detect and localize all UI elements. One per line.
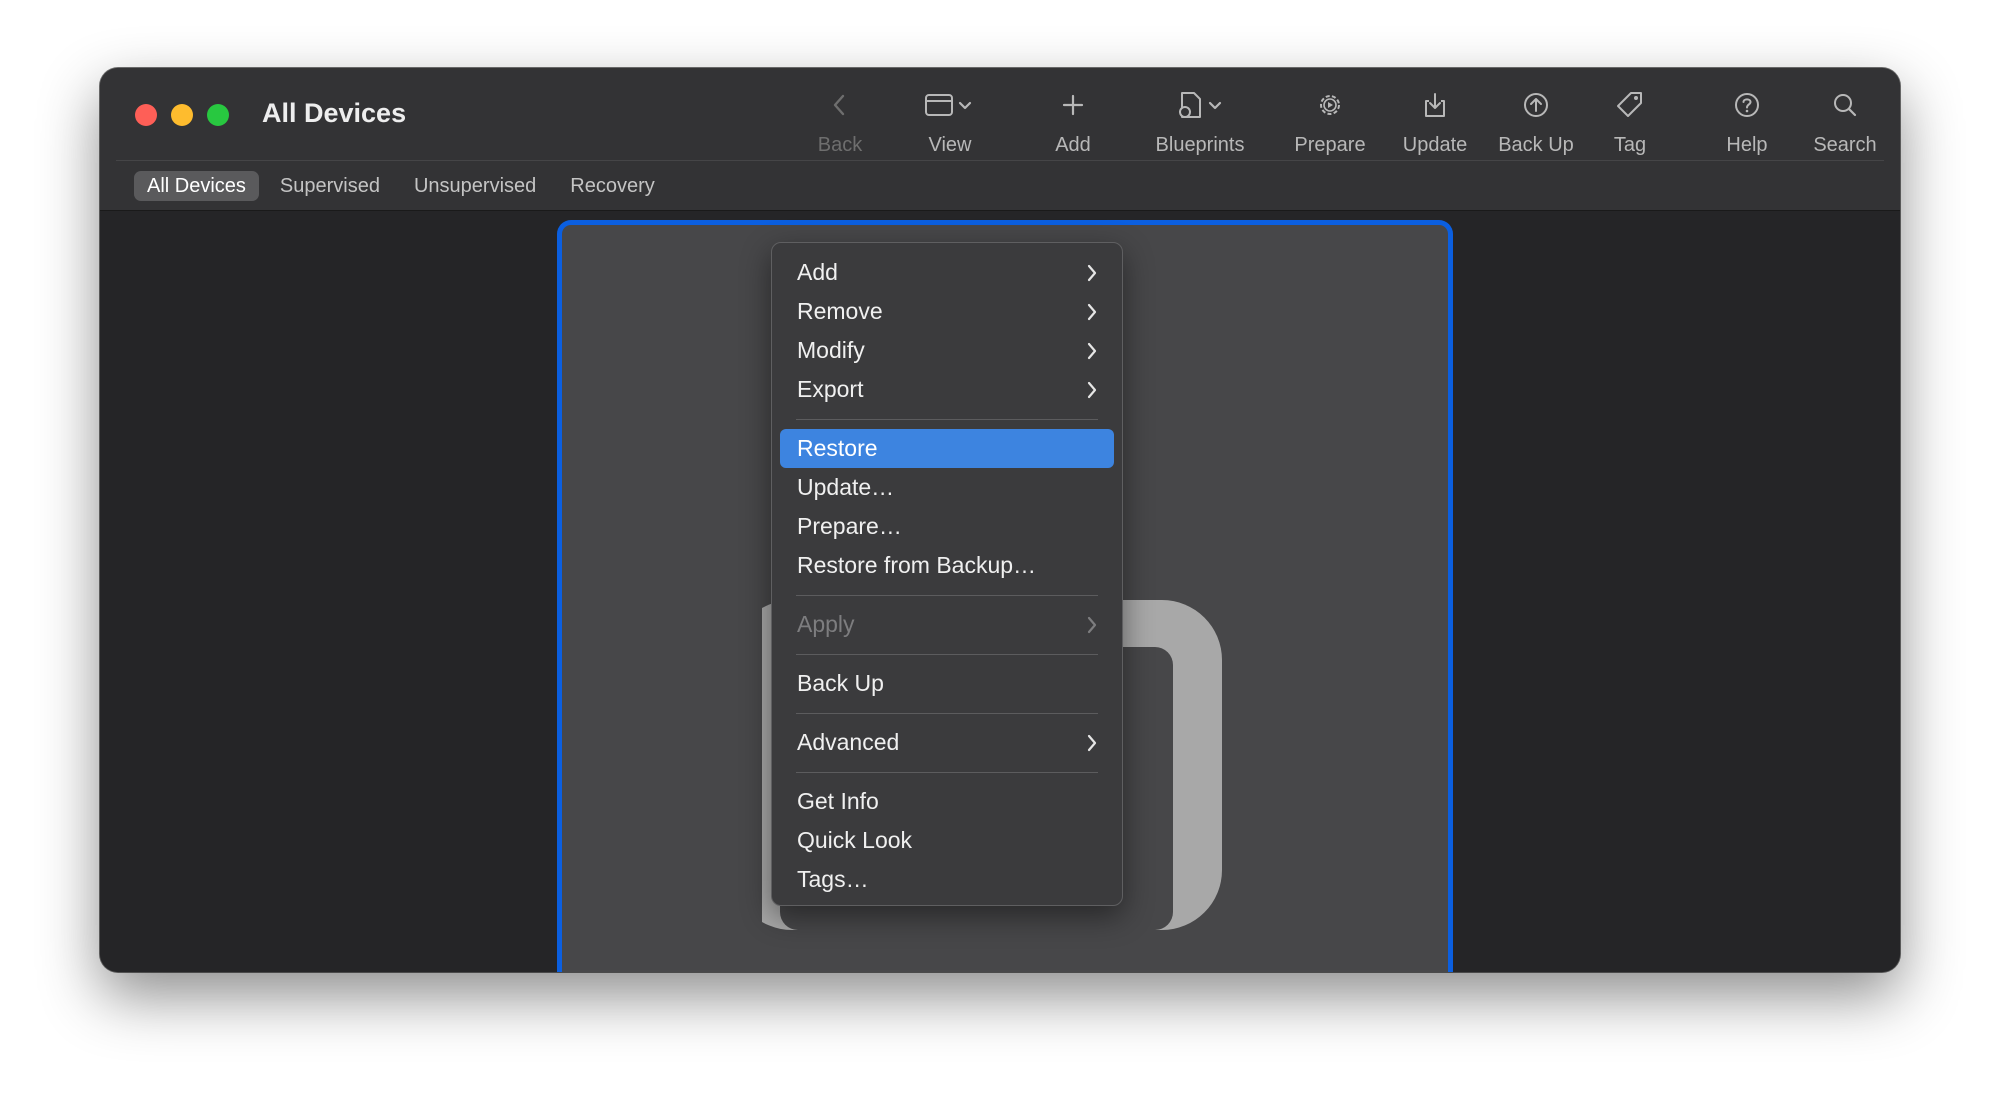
tab-unsupervised[interactable]: Unsupervised xyxy=(401,171,549,201)
menu-separator xyxy=(796,595,1098,596)
menu-item-modify-label: Modify xyxy=(797,337,865,363)
menu-item-add[interactable]: Add xyxy=(780,253,1114,292)
window-title: All Devices xyxy=(262,98,407,128)
prepare-label: Prepare xyxy=(1294,134,1366,156)
menu-item-prepare-label: Prepare… xyxy=(797,513,902,539)
update-label: Update xyxy=(1402,134,1468,156)
magnifier-icon xyxy=(1831,86,1859,124)
close-window-button[interactable] xyxy=(135,104,157,126)
menu-item-restore[interactable]: Restore xyxy=(780,429,1114,468)
tag-button[interactable]: Tag xyxy=(1600,86,1660,166)
menu-item-quick-look-label: Quick Look xyxy=(797,827,913,853)
help-label: Help xyxy=(1726,134,1768,156)
view-label: View xyxy=(928,134,972,156)
menu-item-get-info[interactable]: Get Info xyxy=(780,782,1114,821)
menu-separator xyxy=(796,772,1098,773)
menu-item-back-up[interactable]: Back Up xyxy=(780,664,1114,703)
gear-play-icon xyxy=(1316,86,1344,124)
tab-recovery[interactable]: Recovery xyxy=(557,171,667,201)
prepare-button[interactable]: Prepare xyxy=(1285,86,1375,166)
menu-separator xyxy=(796,419,1098,420)
blueprints-button[interactable]: Blueprints xyxy=(1140,86,1260,166)
chevron-right-icon xyxy=(1086,723,1098,762)
back-up-label: Back Up xyxy=(1498,134,1574,156)
menu-item-quick-look[interactable]: Quick Look xyxy=(780,821,1114,860)
scope-bar: All Devices Supervised Unsupervised Reco… xyxy=(134,171,668,201)
chevron-right-icon xyxy=(1086,370,1098,409)
update-button[interactable]: Update xyxy=(1390,86,1480,166)
menu-item-apply: Apply xyxy=(780,605,1114,644)
menu-item-modify[interactable]: Modify xyxy=(780,331,1114,370)
menu-item-advanced-label: Advanced xyxy=(797,729,900,755)
chevron-right-icon xyxy=(1086,605,1098,644)
view-button[interactable]: View xyxy=(910,86,990,166)
back-button[interactable]: Back xyxy=(810,86,870,166)
add-button[interactable]: Add xyxy=(1038,86,1108,166)
chevron-right-icon xyxy=(1086,331,1098,370)
titlebar: All Devices Back View Add Blueprints Pre… xyxy=(100,68,1900,211)
menu-separator xyxy=(796,713,1098,714)
zoom-window-button[interactable] xyxy=(207,104,229,126)
blueprints-label: Blueprints xyxy=(1155,134,1245,156)
help-button[interactable]: Help xyxy=(1717,86,1777,166)
arrow-up-circle-icon xyxy=(1522,86,1550,124)
tag-icon xyxy=(1615,86,1645,124)
tab-all-devices[interactable]: All Devices xyxy=(134,171,259,201)
menu-item-update-label: Update… xyxy=(797,474,895,500)
menu-item-tags-label: Tags… xyxy=(797,866,869,892)
tab-supervised[interactable]: Supervised xyxy=(267,171,393,201)
menu-item-apply-label: Apply xyxy=(797,611,855,637)
search-button[interactable]: Search xyxy=(1805,86,1885,166)
tag-label: Tag xyxy=(1613,134,1647,156)
plus-icon xyxy=(1061,86,1085,124)
context-menu: Add Remove Modify Export Restore Update…… xyxy=(771,242,1123,906)
menu-item-back-up-label: Back Up xyxy=(797,670,884,696)
blueprint-icon xyxy=(1174,86,1226,124)
menu-item-restore-from-backup[interactable]: Restore from Backup… xyxy=(780,546,1114,585)
chevron-left-icon xyxy=(830,86,850,124)
search-label: Search xyxy=(1813,134,1877,156)
chevron-right-icon xyxy=(1086,292,1098,331)
menu-item-tags[interactable]: Tags… xyxy=(780,860,1114,899)
minimize-window-button[interactable] xyxy=(171,104,193,126)
chevron-right-icon xyxy=(1086,253,1098,292)
question-circle-icon xyxy=(1733,86,1761,124)
menu-item-export[interactable]: Export xyxy=(780,370,1114,409)
menu-item-restore-from-backup-label: Restore from Backup… xyxy=(797,552,1037,578)
window-view-icon xyxy=(924,86,976,124)
back-up-button[interactable]: Back Up xyxy=(1488,86,1584,166)
toolbar-divider xyxy=(116,160,1884,161)
menu-item-prepare[interactable]: Prepare… xyxy=(780,507,1114,546)
menu-item-add-label: Add xyxy=(797,259,838,285)
menu-item-get-info-label: Get Info xyxy=(797,788,879,814)
tray-download-icon xyxy=(1421,86,1449,124)
menu-item-advanced[interactable]: Advanced xyxy=(780,723,1114,762)
menu-item-remove-label: Remove xyxy=(797,298,883,324)
menu-item-update[interactable]: Update… xyxy=(780,468,1114,507)
menu-separator xyxy=(796,654,1098,655)
app-window: All Devices Back View Add Blueprints Pre… xyxy=(100,68,1900,972)
menu-item-restore-label: Restore xyxy=(797,435,878,461)
add-label: Add xyxy=(1055,134,1091,156)
menu-item-remove[interactable]: Remove xyxy=(780,292,1114,331)
back-label: Back xyxy=(817,134,863,156)
menu-item-export-label: Export xyxy=(797,376,864,402)
